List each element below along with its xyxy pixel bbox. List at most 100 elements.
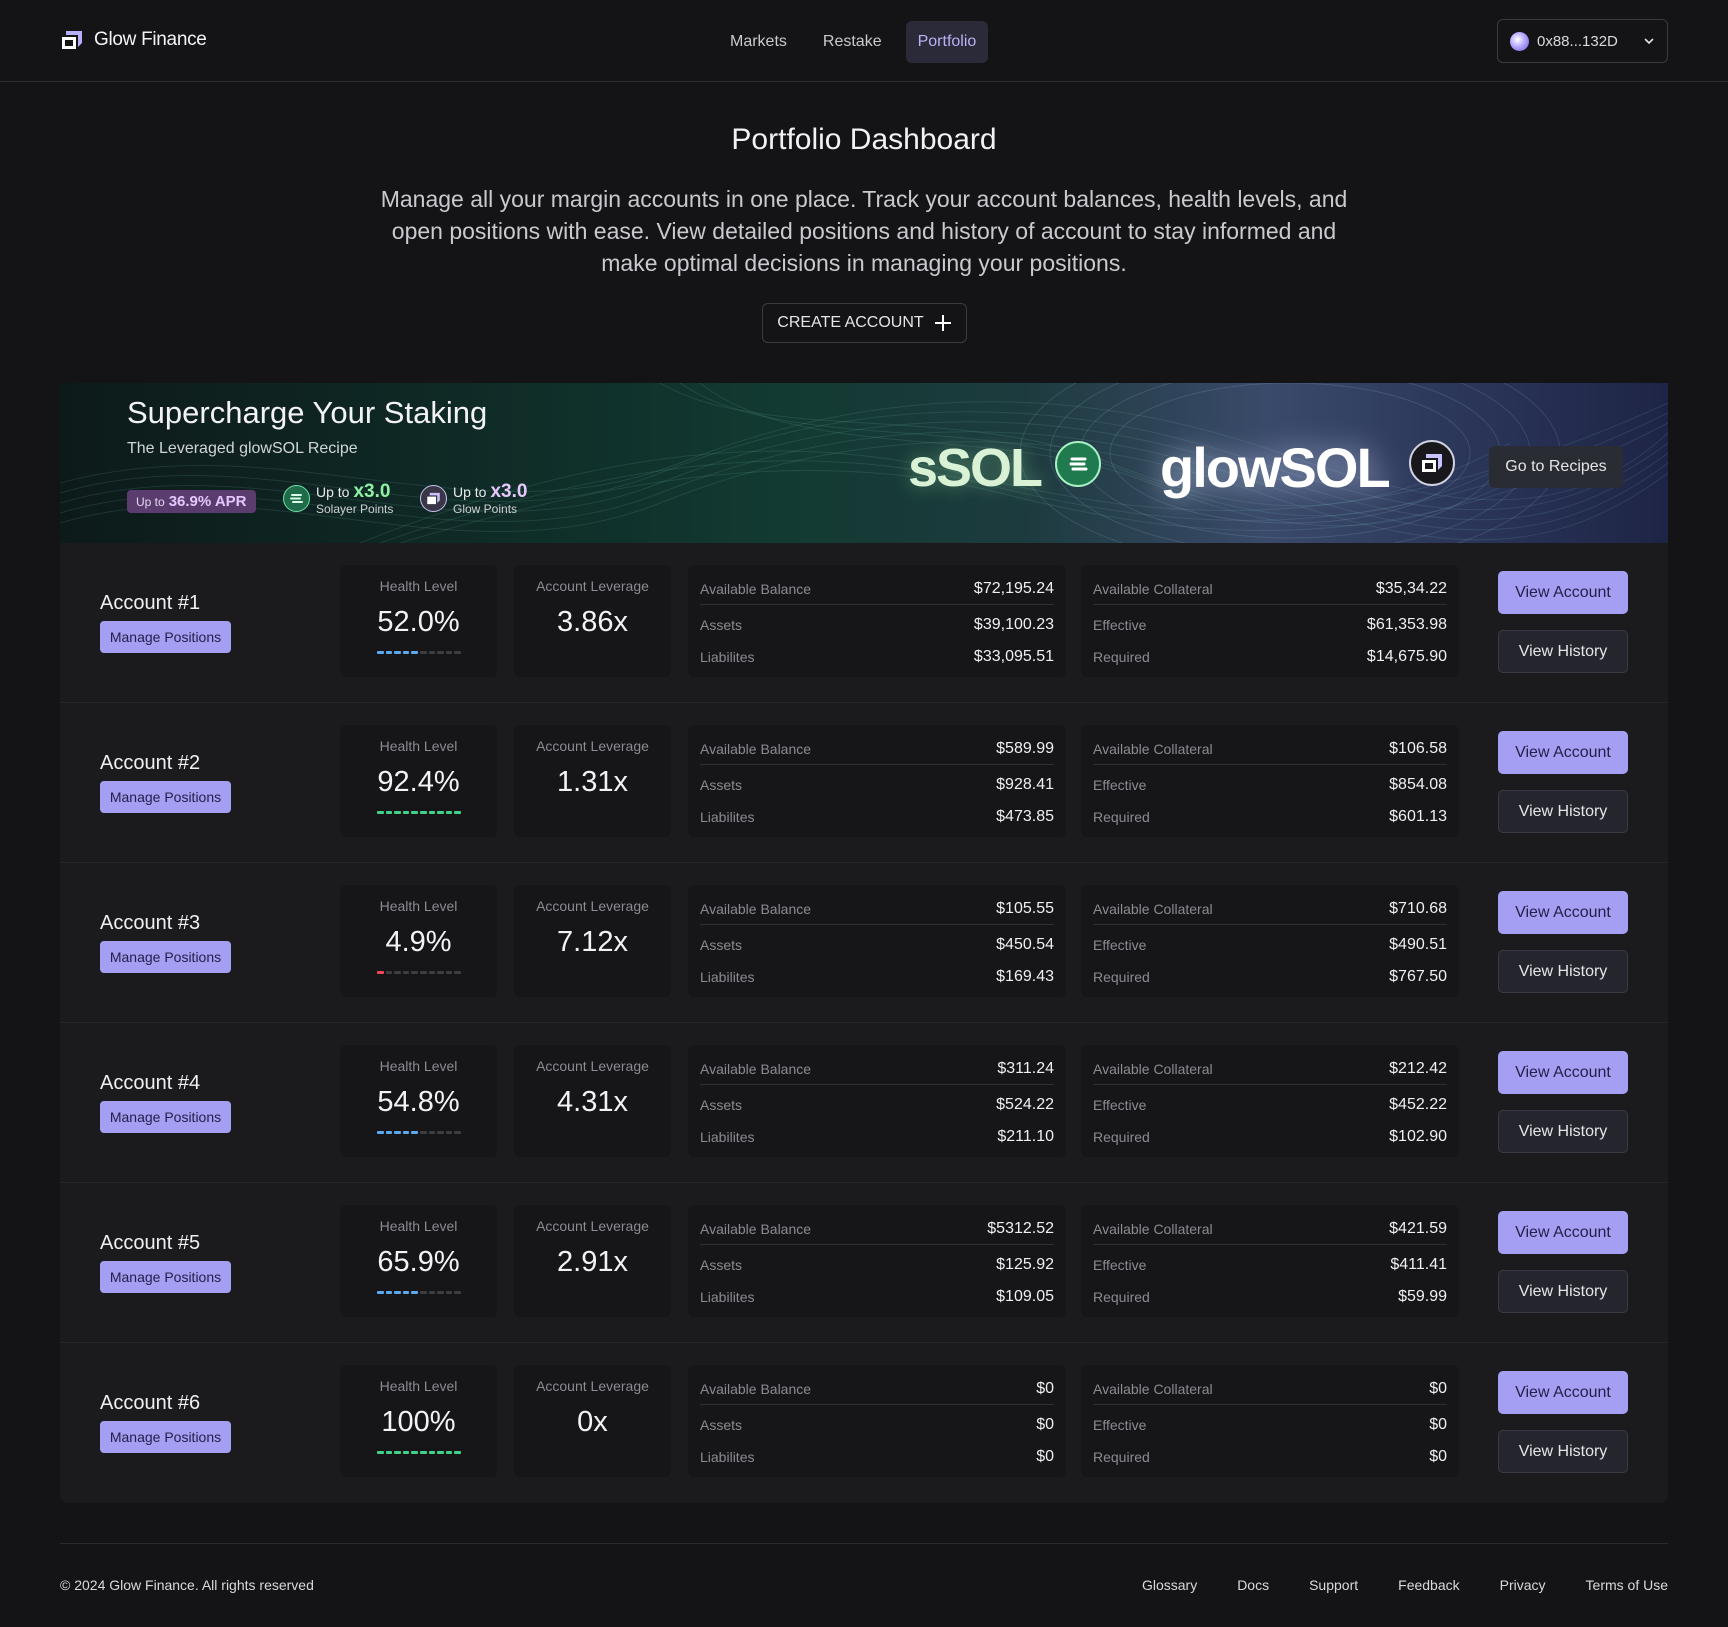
health-bar-segment	[454, 1131, 461, 1134]
health-level-label: Health Level	[379, 898, 458, 914]
account-leverage-card: Account Leverage 7.12x	[514, 885, 671, 997]
view-account-button[interactable]: View Account	[1498, 1051, 1628, 1094]
available-collateral-label: Available Collateral	[1093, 1060, 1213, 1077]
accounts-list: Account #1 Manage Positions Health Level 52…	[60, 543, 1668, 1503]
brand-logo[interactable]: Glow Finance	[60, 28, 207, 52]
health-bar-segment	[377, 1451, 384, 1454]
view-history-button[interactable]: View History	[1498, 950, 1628, 993]
glow-points: Up to x3.0 Glow Points	[420, 481, 527, 516]
liabilities-label: Liabilites	[700, 1129, 755, 1145]
create-account-button[interactable]: CREATE ACCOUNT	[762, 303, 967, 343]
ssol-token-word: sSOL	[908, 438, 1043, 498]
account-leverage-card: Account Leverage 1.31x	[514, 725, 671, 837]
account-leverage-label: Account Leverage	[536, 1218, 649, 1234]
account-row: Account #4 Manage Positions Health Level 54…	[60, 1023, 1668, 1183]
manage-positions-button[interactable]: Manage Positions	[100, 621, 231, 653]
health-bar-segment	[445, 811, 453, 814]
view-account-button[interactable]: View Account	[1498, 891, 1628, 934]
available-collateral-value: $212.42	[1389, 1059, 1447, 1077]
health-bar-segment	[437, 651, 444, 654]
manage-positions-button[interactable]: Manage Positions	[100, 1101, 231, 1133]
wallet-address: 0x88...132D	[1537, 32, 1618, 50]
assets-label: Assets	[700, 777, 743, 793]
account-leverage-value: 2.91x	[557, 1246, 628, 1278]
health-bar-segment	[428, 1131, 436, 1134]
manage-positions-button[interactable]: Manage Positions	[100, 781, 231, 813]
account-name: Account #5	[100, 1232, 201, 1254]
nav-portfolio[interactable]: Portfolio	[905, 21, 989, 63]
view-history-button[interactable]: View History	[1498, 1110, 1628, 1153]
account-leverage-card: Account Leverage 3.86x	[514, 565, 671, 677]
required-value: $14,675.90	[1366, 648, 1447, 665]
view-history-button[interactable]: View History	[1498, 1430, 1628, 1473]
available-collateral-label: Available Collateral	[1093, 900, 1213, 917]
effective-label: Effective	[1093, 937, 1147, 953]
manage-positions-button[interactable]: Manage Positions	[100, 1261, 231, 1293]
health-level-card: Health Level 52.0%	[340, 565, 497, 677]
liabilities-value: $109.05	[996, 1288, 1054, 1305]
view-history-button[interactable]: View History	[1498, 1270, 1628, 1313]
available-balance-label: Available Balance	[700, 1220, 812, 1237]
health-bar-segment	[385, 971, 393, 974]
available-balance-value: $0	[1036, 1379, 1054, 1397]
health-bar-segment	[454, 651, 461, 654]
manage-positions-button[interactable]: Manage Positions	[100, 1421, 231, 1453]
nav-markets[interactable]: Markets	[718, 21, 799, 63]
solayer-points: Up to x3.0 Solayer Points	[283, 481, 393, 516]
available-balance-value: $5312.52	[987, 1219, 1054, 1237]
view-account-button[interactable]: View Account	[1498, 571, 1628, 614]
health-bar-segment	[377, 1131, 384, 1134]
footer-link-privacy[interactable]: Privacy	[1500, 1577, 1546, 1593]
footer-link-feedback[interactable]: Feedback	[1398, 1577, 1459, 1593]
footer-link-docs[interactable]: Docs	[1237, 1577, 1269, 1593]
main-nav: Markets Restake Portfolio	[718, 21, 989, 63]
view-history-button[interactable]: View History	[1498, 630, 1628, 673]
wallet-avatar	[1510, 31, 1529, 51]
health-bar-segment	[445, 1451, 453, 1454]
brand-name: Glow Finance	[94, 29, 207, 50]
footer-link-terms[interactable]: Terms of Use	[1586, 1577, 1668, 1593]
view-account-button[interactable]: View Account	[1498, 731, 1628, 774]
health-bar-segment	[428, 1291, 436, 1294]
account-leverage-label: Account Leverage	[536, 1058, 649, 1074]
plus-icon	[934, 315, 951, 331]
health-bar-segment	[454, 1451, 461, 1454]
health-level-value: 100%	[381, 1406, 456, 1438]
footer-link-glossary[interactable]: Glossary	[1142, 1577, 1197, 1593]
health-bar-segment	[428, 651, 436, 654]
effective-value: $411.41	[1390, 1256, 1447, 1273]
health-bar-segment	[437, 1451, 444, 1454]
manage-positions-button[interactable]: Manage Positions	[100, 941, 231, 973]
required-value: $601.13	[1389, 808, 1447, 825]
banner-subtitle: The Leveraged glowSOL Recipe	[127, 440, 358, 457]
effective-value: $61,353.98	[1366, 616, 1447, 633]
health-bar-segment	[411, 1451, 418, 1454]
footer-link-support[interactable]: Support	[1309, 1577, 1358, 1593]
balance-card: Available Balance $105.55 Assets $450.54 Lia…	[688, 885, 1066, 997]
go-to-recipes-button[interactable]: Go to Recipes	[1489, 446, 1623, 488]
wallet-button[interactable]: 0x88...132D	[1497, 19, 1668, 63]
health-bar-segment	[411, 651, 418, 654]
account-leverage-value: 3.86x	[557, 606, 628, 638]
health-bar-segment	[402, 811, 410, 814]
health-bar-segment	[377, 971, 384, 974]
required-value: $767.50	[1389, 968, 1447, 985]
required-value: $59.99	[1398, 1288, 1447, 1305]
collateral-card: Available Collateral $0 Effective $0 Require…	[1081, 1365, 1459, 1477]
liabilities-label: Liabilites	[700, 1449, 755, 1465]
required-label: Required	[1093, 1449, 1150, 1465]
view-history-button[interactable]: View History	[1498, 790, 1628, 833]
view-account-button[interactable]: View Account	[1498, 1371, 1628, 1414]
account-name: Account #6	[100, 1392, 201, 1414]
account-leverage-value: 7.12x	[557, 926, 628, 958]
view-account-button[interactable]: View Account	[1498, 1211, 1628, 1254]
health-bar-segment	[428, 1451, 436, 1454]
account-row: Account #5 Manage Positions Health Level 65…	[60, 1183, 1668, 1343]
health-bar-segment	[437, 1291, 444, 1294]
available-balance-label: Available Balance	[700, 900, 812, 917]
nav-restake[interactable]: Restake	[811, 21, 894, 63]
health-bar-segment	[411, 1291, 418, 1294]
health-level-label: Health Level	[379, 1058, 458, 1074]
health-bar-segment	[377, 1291, 384, 1294]
account-row: Account #1 Manage Positions Health Level 52…	[60, 543, 1668, 703]
